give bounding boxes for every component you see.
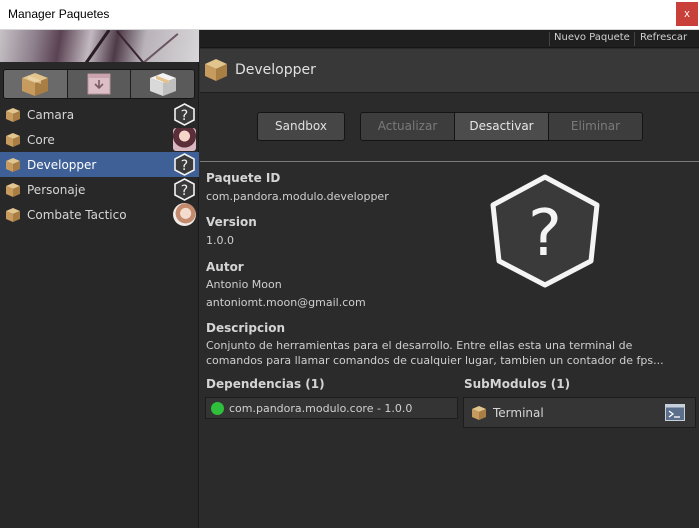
package-icon [472,406,486,420]
terminal-icon[interactable] [665,404,685,421]
version-value: 1.0.0 [206,234,234,247]
package-open-icon [149,73,176,96]
svg-text:?: ? [181,108,188,124]
description-text: Conjunto de herramientas para el desarro… [206,338,694,368]
close-button[interactable]: x [676,2,698,26]
sidebar-banner-image [0,30,199,62]
package-item-label: Developper [27,157,97,172]
description-line: comandos para llamar comandos de cualqui… [206,354,664,367]
submodule-label: Terminal [493,406,544,420]
window-title: Manager Paquetes [8,7,110,21]
author-avatar [173,128,196,151]
new-package-button[interactable]: Nuevo Paquete [554,32,630,43]
package-icon [22,73,49,96]
unknown-status-icon: ? [174,103,195,126]
dependency-item[interactable]: com.pandora.modulo.core - 1.0.0 [205,397,458,419]
tab-installed[interactable] [131,70,194,98]
top-toolbar: Nuevo Paquete Refrescar [200,30,699,48]
package-item-personaje[interactable]: Personaje ? [0,177,199,202]
unknown-status-icon: ? [174,178,195,201]
package-item-camara[interactable]: Camara ? [0,102,199,127]
author-label: Autor [206,260,244,274]
package-icon [6,132,20,147]
update-button[interactable]: Actualizar [361,113,455,140]
submodules-label: SubModulos (1) [464,377,571,391]
package-actions: Actualizar Desactivar Eliminar [360,112,643,141]
description-label: Descripcion [206,321,285,335]
package-id-value: com.pandora.modulo.developper [206,190,389,203]
package-id-label: Paquete ID [206,171,281,185]
description-line: Conjunto de herramientas para el desarro… [206,339,633,352]
submodule-item[interactable]: Terminal [463,397,696,428]
status-ok-icon [211,402,224,415]
dependencies-label: Dependencias (1) [206,377,325,391]
unknown-package-icon: ? [490,174,600,288]
package-item-label: Camara [27,107,75,122]
main-panel: Nuevo Paquete Refrescar Developper Sandb… [200,30,699,528]
divider [200,161,699,162]
author-avatar [173,203,196,226]
package-icon [6,207,20,222]
deactivate-button[interactable]: Desactivar [455,113,549,140]
package-item-label: Combate Tactico [27,207,127,222]
sidebar-tabbar [3,69,195,99]
refresh-button[interactable]: Refrescar [640,32,687,43]
toolbar-separator [634,32,635,46]
title-bar: Manager Paquetes x [0,0,699,30]
svg-text:?: ? [181,158,188,174]
package-item-label: Personaje [27,182,86,197]
manager-window: Manager Paquetes x Camara ? Core Develop… [0,0,699,528]
author-name: Antonio Moon [206,278,282,291]
package-list: Camara ? Core Developper ? Personaje ? C… [0,102,199,227]
version-label: Version [206,215,257,229]
sidebar: Camara ? Core Developper ? Personaje ? C… [0,30,199,528]
package-icon [6,107,20,122]
package-icon [6,157,20,172]
sandbox-button[interactable]: Sandbox [257,112,345,141]
author-email: antoniomt.moon@gmail.com [206,296,366,309]
package-item-core[interactable]: Core [0,127,199,152]
package-icon [6,182,20,197]
package-item-developper[interactable]: Developper ? [0,152,199,177]
svg-text:?: ? [181,183,188,199]
dependency-text: com.pandora.modulo.core - 1.0.0 [229,402,413,415]
package-header: Developper [200,49,699,93]
toolbar-separator [549,32,550,46]
unknown-status-icon: ? [174,153,195,176]
package-title: Developper [235,62,316,78]
package-item-label: Core [27,132,55,147]
package-icon [205,59,227,81]
package-download-icon [87,73,111,95]
tab-store[interactable] [67,70,132,98]
svg-text:?: ? [528,197,562,271]
package-item-combate-tactico[interactable]: Combate Tactico [0,202,199,227]
tab-packages[interactable] [4,70,68,98]
delete-button[interactable]: Eliminar [549,113,642,140]
